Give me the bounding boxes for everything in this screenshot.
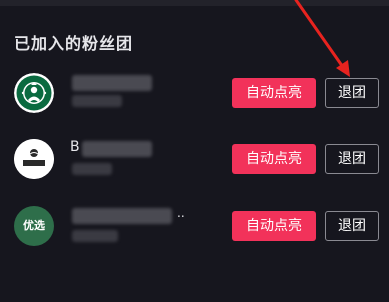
section-title: 已加入的粉丝团 — [14, 34, 134, 53]
blurred-name — [82, 141, 152, 157]
blurred-name — [72, 75, 152, 91]
avatar-label: 优选 — [23, 219, 45, 232]
bialetti-logo-icon[interactable] — [14, 139, 54, 179]
group-name-partial: B — [70, 139, 80, 155]
auto-light-up-button[interactable]: 自动点亮 — [232, 78, 316, 108]
blurred-subtitle — [72, 230, 118, 242]
fan-group-item: 优选 .. 自动点亮 退团 — [0, 200, 389, 252]
blurred-subtitle — [72, 95, 122, 107]
auto-light-up-button[interactable]: 自动点亮 — [232, 144, 316, 174]
quit-group-button[interactable]: 退团 — [325, 78, 379, 108]
name-ellipsis: .. — [177, 206, 185, 220]
auto-light-up-button[interactable]: 自动点亮 — [232, 211, 316, 241]
quit-group-button[interactable]: 退团 — [325, 211, 379, 241]
youxuan-logo-icon[interactable]: 优选 — [14, 206, 54, 246]
fan-group-item: 自动点亮 退团 — [0, 67, 389, 119]
fan-group-item: B 自动点亮 退团 — [0, 133, 389, 185]
quit-group-button[interactable]: 退团 — [325, 144, 379, 174]
starbucks-logo-icon[interactable] — [14, 73, 54, 113]
blurred-name — [72, 208, 172, 224]
blurred-subtitle — [72, 163, 112, 175]
top-divider — [0, 0, 389, 6]
